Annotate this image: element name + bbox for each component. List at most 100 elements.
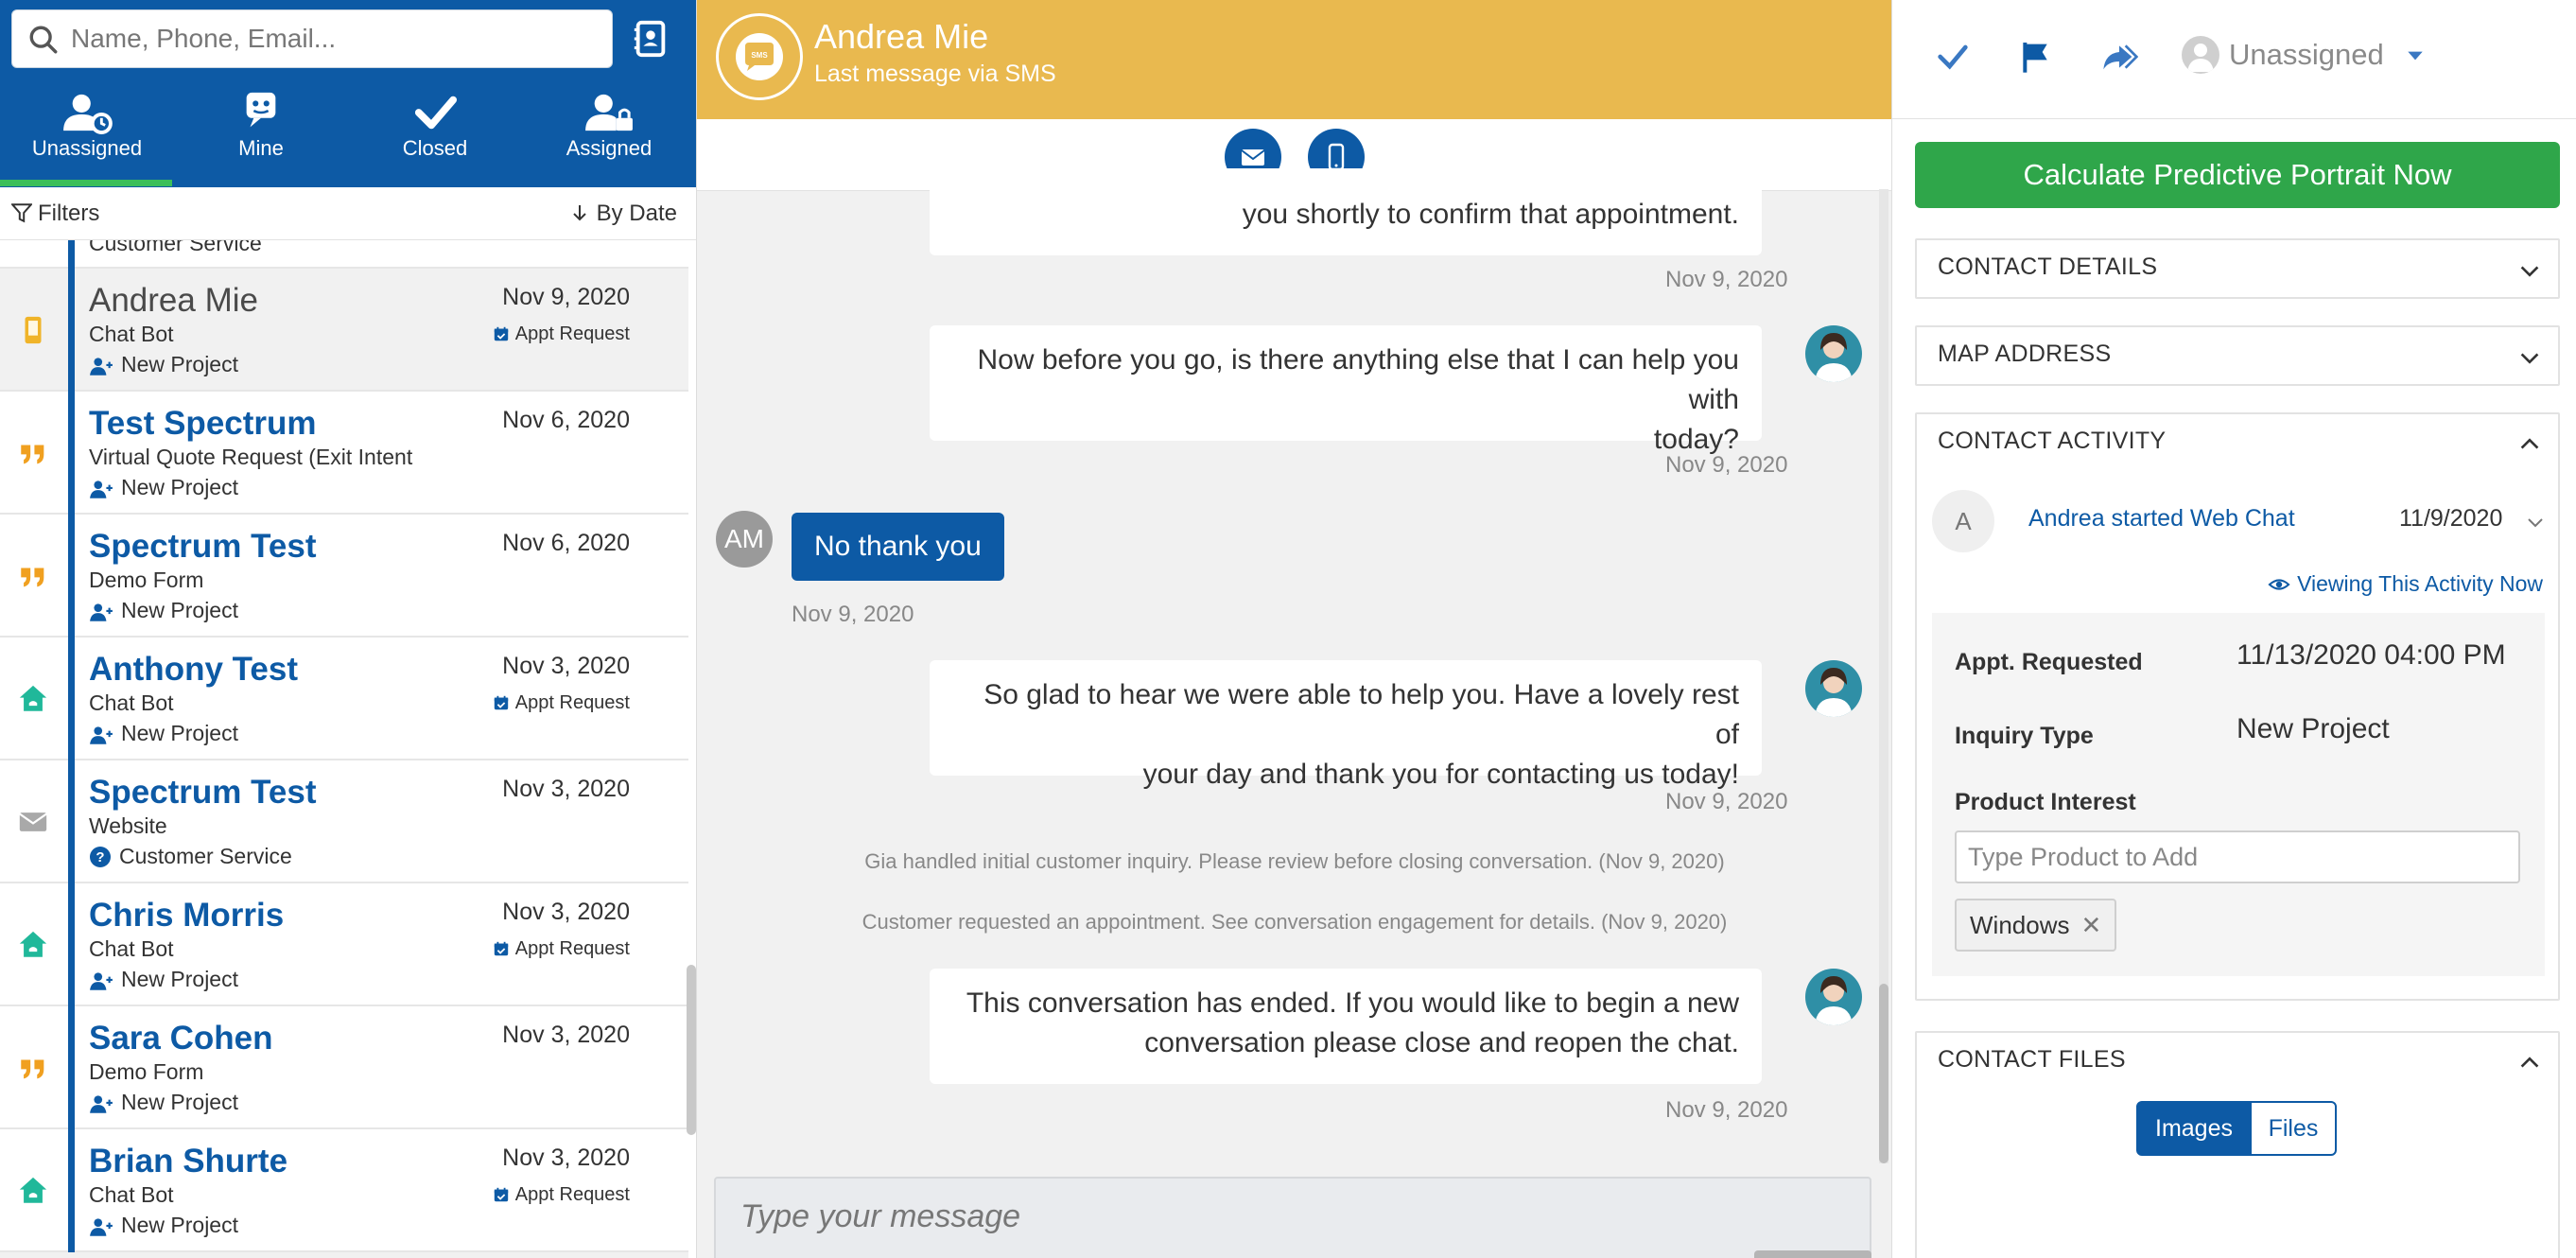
map-address-section[interactable]: MAP ADDRESS xyxy=(1915,325,2560,386)
mobile-icon xyxy=(17,314,49,346)
send-button[interactable] xyxy=(1754,1250,1871,1258)
inquiry-tag: New Project xyxy=(89,598,238,623)
conversation-date: Nov 3, 2020 xyxy=(502,899,630,925)
user-plus-icon xyxy=(89,598,121,622)
list-scrollbar[interactable] xyxy=(687,965,696,1135)
list-item[interactable]: Anthony Test Nov 3, 2020 Chat Bot New Proje… xyxy=(0,638,688,760)
inquiry-tag: ? Customer Service xyxy=(89,844,292,869)
inquiry-tag-label: New Project xyxy=(121,352,238,376)
inquiry-tag-label: New Project xyxy=(121,1090,238,1114)
search-input[interactable] xyxy=(69,18,599,60)
viewing-activity-indicator: Viewing This Activity Now xyxy=(2267,571,2543,597)
inquiry-tag-label: New Project xyxy=(121,1213,238,1237)
inquiry-tag: New Project xyxy=(89,967,238,992)
chevron-up-icon[interactable] xyxy=(2518,1052,2541,1075)
activity-title-link[interactable]: Andrea started Web Chat xyxy=(2028,505,2295,533)
message-composer[interactable] xyxy=(714,1177,1871,1258)
chevron-down-icon xyxy=(2520,266,2539,277)
appt-requested-label: Appt. Requested xyxy=(1955,649,2143,675)
contact-name: Spectrum Test xyxy=(89,528,317,565)
chat-panel: SMS Andrea Mie Last message via SMS you … xyxy=(696,0,1891,1258)
list-item[interactable]: Spectrum Test Nov 6, 2020 Demo Form New Pro… xyxy=(0,515,688,638)
inquiry-tag: New Project xyxy=(89,1090,238,1115)
user-plus-icon xyxy=(89,1213,121,1237)
lead-source: Chat Bot xyxy=(89,936,174,961)
list-item-accent xyxy=(68,883,75,1006)
tab-closed[interactable]: Closed xyxy=(348,91,522,187)
chevron-up-icon[interactable] xyxy=(2518,433,2541,456)
message-bubble-incoming: No thank you xyxy=(792,513,1004,581)
appt-request-badge: Appt Request xyxy=(493,323,630,345)
tab-label: Mine xyxy=(238,136,284,160)
list-item-accent xyxy=(68,1129,75,1252)
inquiry-tag-label: New Project xyxy=(121,475,238,499)
scrollbar-thumb[interactable] xyxy=(1879,984,1888,1163)
contact-name: Sara Cohen xyxy=(89,1020,273,1057)
flag-icon[interactable] xyxy=(2017,38,2055,76)
list-item[interactable]: Customer Service xyxy=(0,240,688,269)
caret-down-icon xyxy=(2408,51,2424,61)
message-text: you shortly to confirm that appointment. xyxy=(1242,199,1739,230)
contact-details-section[interactable]: CONTACT DETAILS xyxy=(1915,238,2560,299)
message-bubble-outgoing: So glad to hear we were able to help you… xyxy=(930,660,1762,790)
search-box[interactable] xyxy=(11,9,613,68)
lead-source: Chat Bot xyxy=(89,1182,174,1207)
contact-book-icon[interactable] xyxy=(632,19,670,59)
contact-name: Andrea Mie xyxy=(89,282,258,319)
message-input[interactable] xyxy=(739,1194,1779,1239)
list-header: Unassigned Mine Closed xyxy=(0,0,696,187)
chat-scrollbar[interactable] xyxy=(1879,189,1888,1163)
inquiry-tag: New Project xyxy=(89,721,238,746)
contact-name: Test Spectrum xyxy=(89,405,317,442)
assignee-dropdown[interactable]: Unassigned xyxy=(2182,36,2426,78)
list-item[interactable]: Chris Morris Nov 3, 2020 Chat Bot New Proje… xyxy=(0,883,688,1006)
home-icon xyxy=(17,929,49,961)
product-interest-input[interactable] xyxy=(1955,830,2520,883)
appt-request-badge: Appt Request xyxy=(493,938,630,960)
conversation-date: Nov 6, 2020 xyxy=(502,530,630,556)
tab-unassigned[interactable]: Unassigned xyxy=(0,91,174,187)
message-timestamp: Nov 9, 2020 xyxy=(1665,267,1788,292)
question-circle-icon: ? xyxy=(89,844,119,868)
files-tab[interactable]: Files xyxy=(2250,1101,2337,1156)
conversation-date: Nov 6, 2020 xyxy=(502,407,630,433)
chevron-down-icon[interactable] xyxy=(2526,513,2545,532)
calendar-check-icon xyxy=(493,1184,515,1205)
filters-button[interactable]: Filters xyxy=(9,201,99,227)
list-item[interactable]: Andrea Mie Nov 9, 2020 Chat Bot New Project… xyxy=(0,269,688,392)
appt-request-label: Appt Request xyxy=(514,938,630,959)
lead-source: Virtual Quote Request (Exit Intent xyxy=(89,445,413,469)
user-clock-icon xyxy=(63,94,113,134)
lead-source: Demo Form xyxy=(89,568,204,592)
images-tab[interactable]: Images xyxy=(2136,1101,2252,1156)
message-text-line: Now before you go, is there anything els… xyxy=(977,344,1739,415)
user-plus-icon xyxy=(89,352,121,376)
tab-mine[interactable]: Mine xyxy=(174,91,348,187)
customer-avatar: AM xyxy=(716,511,773,568)
chat-subtitle: Last message via SMS xyxy=(814,61,1056,87)
inquiry-tag-label: New Project xyxy=(121,967,238,991)
forward-icon[interactable] xyxy=(2100,38,2138,76)
contact-activity-section: CONTACT ACTIVITY A Andrea started Web Ch… xyxy=(1915,412,2560,1001)
list-item[interactable]: Brian Shurte Nov 3, 2020 Chat Bot New Proje… xyxy=(0,1129,688,1252)
filter-icon xyxy=(9,203,34,223)
message-bubble-outgoing: you shortly to confirm that appointment. xyxy=(930,168,1762,255)
tab-assigned[interactable]: Assigned xyxy=(522,91,696,187)
sms-icon: SMS xyxy=(736,33,783,80)
calculate-predictive-portrait-button[interactable]: Calculate Predictive Portrait Now xyxy=(1915,142,2560,208)
tab-label: Unassigned xyxy=(31,136,143,160)
inquiry-type-label: Inquiry Type xyxy=(1955,723,2094,749)
sort-by-date-button[interactable]: By Date xyxy=(570,201,677,227)
eye-icon xyxy=(2268,579,2290,590)
home-icon xyxy=(17,1175,49,1207)
svg-text:?: ? xyxy=(96,849,104,865)
list-item[interactable]: Spectrum Test Nov 3, 2020 Website? Customer… xyxy=(0,760,688,883)
remove-chip-icon[interactable]: ✕ xyxy=(2080,911,2101,939)
checkmark-icon[interactable] xyxy=(1934,38,1972,76)
activity-date: 11/9/2020 xyxy=(2399,505,2503,532)
list-item[interactable]: Test Spectrum Nov 6, 2020 Virtual Quote Re… xyxy=(0,392,688,515)
section-heading: CONTACT DETAILS xyxy=(1938,253,2158,280)
contact-info-panel: Unassigned Calculate Predictive Portrait… xyxy=(1891,0,2576,1258)
list-item[interactable]: Sara Cohen Nov 3, 2020 Demo Form New Projec… xyxy=(0,1006,688,1129)
conversation-date: Nov 3, 2020 xyxy=(502,776,630,802)
